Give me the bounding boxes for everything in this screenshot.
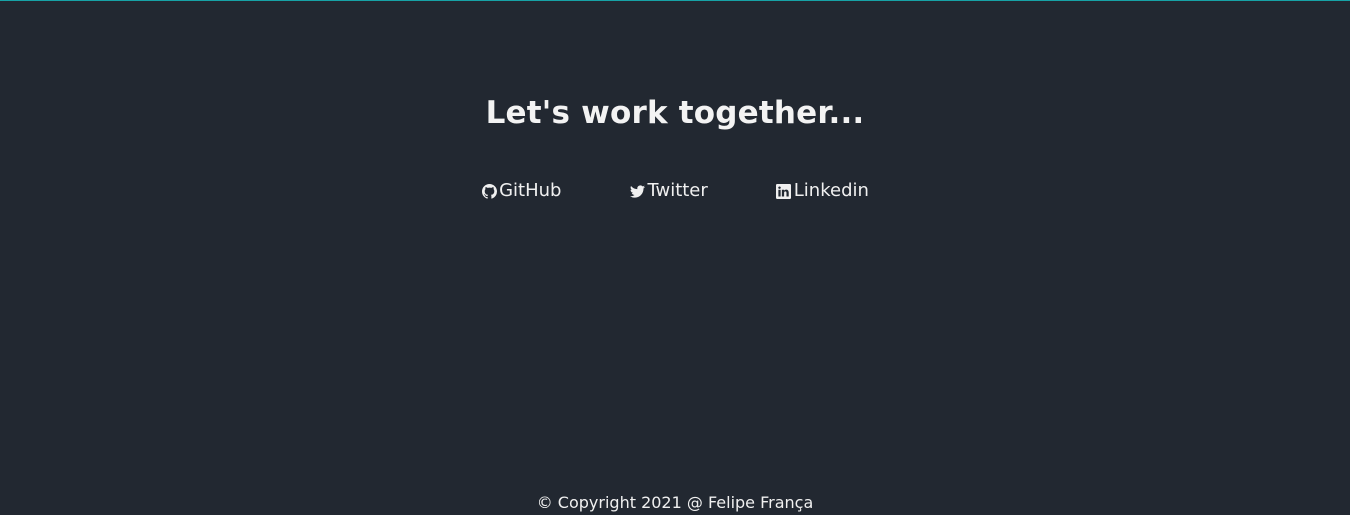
linkedin-label: Linkedin xyxy=(793,180,869,201)
contact-section: Let's work together... GitHub Twitter Li… xyxy=(0,0,1350,515)
linkedin-link[interactable]: Linkedin xyxy=(776,179,869,203)
twitter-link[interactable]: Twitter xyxy=(629,179,708,203)
twitter-icon xyxy=(629,183,645,199)
linkedin-icon xyxy=(776,183,792,199)
contact-headline: Let's work together... xyxy=(485,94,865,131)
copyright-footer: © Copyright 2021 @ Felipe França xyxy=(536,493,814,512)
twitter-label: Twitter xyxy=(647,180,708,201)
github-label: GitHub xyxy=(499,180,562,201)
social-links: GitHub Twitter Linkedin xyxy=(0,179,1350,203)
github-icon xyxy=(481,183,497,199)
github-link[interactable]: GitHub xyxy=(481,179,561,203)
